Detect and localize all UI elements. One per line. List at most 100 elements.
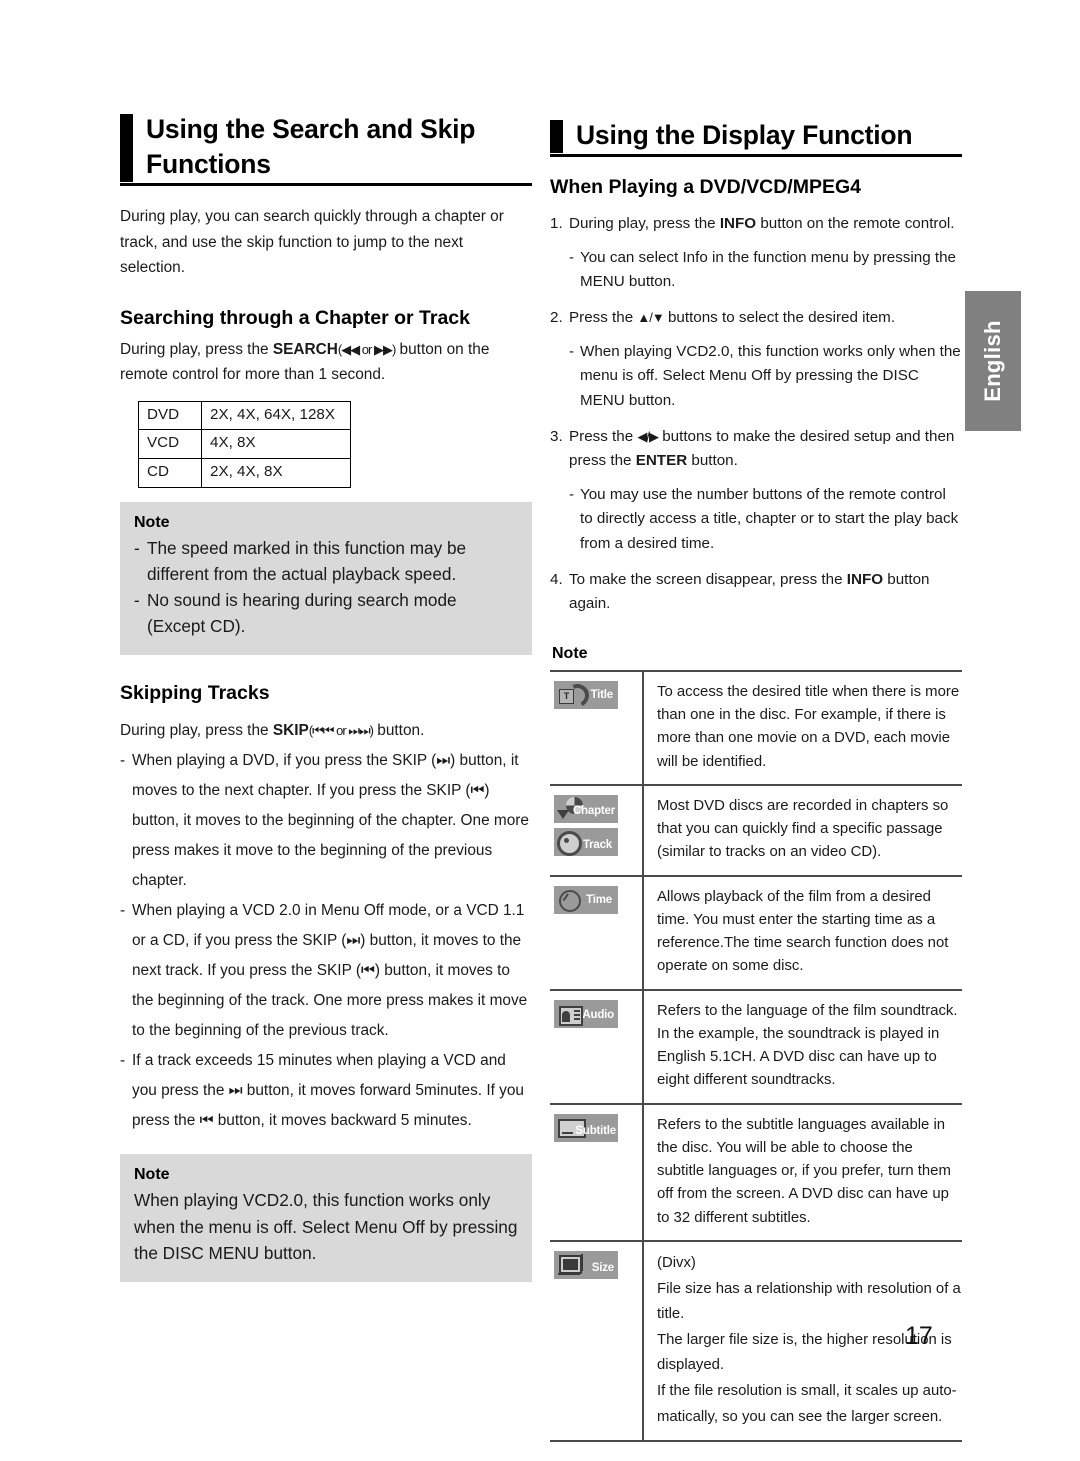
step-number: 2. [550, 309, 563, 327]
icon-description: Refers to the language of the film sound… [657, 1002, 958, 1089]
track-disc-icon [557, 830, 582, 856]
left-column: Using the Search and Skip Functions Duri… [120, 112, 532, 1282]
dash-marker: - [569, 248, 575, 266]
heading-accent-bar [120, 114, 133, 182]
left-section-heading: Using the Search and Skip Functions [120, 112, 532, 187]
step-text-after: button on the remote control. [756, 215, 955, 233]
info-button-label: INFO [846, 570, 884, 588]
title-letter-icon: T [559, 688, 574, 704]
note-title: Note [134, 1166, 170, 1184]
skipping-subheading: Skipping Tracks [120, 682, 270, 705]
icon-description-line: If the file resolution is small, it scal… [657, 1383, 957, 1425]
search-direction-icons: (◀◀ or ▶▶) [337, 341, 396, 357]
manual-page: Using the Search and Skip Functions Duri… [0, 0, 1080, 1461]
dash-marker: - [134, 537, 140, 558]
language-tab-label: English [980, 320, 1005, 402]
left-intro-paragraph: During play, you can search quickly thro… [120, 208, 504, 276]
speed-values-vcd: 4X, 8X [201, 429, 351, 459]
speed-format-vcd: VCD [138, 429, 202, 459]
table-row: Time Allows playback of the film from a … [550, 875, 962, 990]
step-text-before: Press the [569, 427, 638, 445]
info-button-label: INFO [719, 215, 757, 233]
icon-cell: T Title [550, 670, 644, 785]
search-button-label: SEARCH [272, 340, 338, 358]
dash-marker: - [120, 752, 126, 770]
icon-description: Most DVD discs are recorded in chapters … [657, 797, 949, 861]
skipping-lead-after: button. [373, 722, 425, 740]
badge-label: Chapter [572, 805, 615, 818]
step-text: Press the ▲/▼ buttons to select the desi… [569, 306, 962, 331]
dash-marker: - [569, 342, 575, 360]
icon-cell: Time [550, 875, 644, 990]
note-item: - No sound is hearing during search mode… [134, 587, 518, 639]
audio-person-icon [559, 1005, 583, 1026]
heading-underline [550, 154, 962, 158]
step-item: 4. To make the screen disappear, press t… [550, 568, 962, 617]
enter-button-label: ENTER [635, 452, 688, 470]
dash-marker: - [569, 485, 575, 503]
table-row: Audio Refers to the language of the film… [550, 989, 962, 1104]
badge-label: Title [590, 689, 614, 702]
note-text: When playing VCD2.0, this function works… [134, 1190, 518, 1263]
note-box-skip: Note When playing VCD2.0, this function … [120, 1154, 532, 1282]
step-item: 2. Press the ▲/▼ buttons to select the d… [550, 306, 962, 331]
badge-label: Track [582, 839, 612, 852]
icon-cell: Audio [550, 989, 644, 1104]
track-badge: Track [554, 827, 618, 856]
note-item-text: No sound is hearing during search mode (… [147, 589, 457, 636]
left-right-arrow-icons: ◀/▶ [637, 428, 659, 444]
icon-cell: Chapter Track [550, 784, 644, 876]
size-badge: Size [554, 1250, 618, 1279]
icon-description: Refers to the subtitle languages availab… [657, 1116, 951, 1226]
skipping-item: - If a track exceeds 15 minutes when pla… [120, 1046, 532, 1136]
step-subitem: - You may use the number buttons of the … [569, 483, 962, 557]
note-item: - The speed marked in this function may … [134, 535, 518, 587]
speed-format-dvd: DVD [138, 400, 202, 431]
time-badge: Time [554, 885, 618, 914]
display-icon-table: T Title To access the desired title when… [550, 670, 962, 1442]
icon-description: To access the desired title when there i… [657, 683, 960, 770]
chapter-badge: Chapter [554, 794, 618, 823]
icon-cell: Size [550, 1240, 644, 1442]
dash-marker: - [120, 1052, 126, 1070]
step-text-before: Press the [569, 309, 638, 327]
subtitle-badge: Subtitle [554, 1113, 618, 1142]
skipping-item: - When playing a VCD 2.0 in Menu Off mod… [120, 896, 532, 1046]
left-heading-text: Using the Search and Skip Functions [146, 114, 476, 180]
speed-values-dvd: 2X, 4X, 64X, 128X [201, 400, 351, 431]
table-row: CD 2X, 4X, 8X [138, 458, 351, 488]
step-number: 1. [550, 215, 563, 233]
steps-list: 1. During play, press the INFO button on… [550, 212, 962, 617]
step-subitem-text: You may use the number buttons of the re… [580, 485, 959, 553]
step-text: To make the screen disappear, press the … [569, 568, 962, 617]
clock-icon [559, 889, 581, 912]
step-item: 1. During play, press the INFO button on… [550, 212, 962, 237]
step-subitem-text: When playing VCD2.0, this function works… [580, 342, 961, 409]
skipping-item-text: When playing a DVD, if you press the SKI… [132, 752, 529, 890]
chapter-triangle-icon [557, 809, 569, 819]
table-row: VCD 4X, 8X [138, 429, 351, 459]
display-subheading: When Playing a DVD/VCD/MPEG4 [550, 176, 861, 199]
step-text-after: buttons to select the desired item. [663, 309, 896, 327]
title-badge: T Title [554, 680, 618, 711]
skipping-item-text: If a track exceeds 15 minutes when playi… [132, 1052, 524, 1130]
heading-accent-bar [550, 120, 563, 153]
audio-badge: Audio [554, 999, 618, 1028]
searching-body: During play, press the SEARCH(◀◀ or ▶▶) … [120, 337, 532, 387]
right-heading-text: Using the Display Function [576, 120, 913, 150]
skipping-lead: During play, press the SKIP(⏮⏮ or ⏭⏭) bu… [120, 716, 532, 746]
skip-direction-icons: (⏮⏮ or ⏭⏭) [308, 723, 374, 739]
step-subitem-text: You can select Info in the function menu… [580, 248, 956, 291]
right-column: Using the Display Function When Playing … [550, 118, 962, 1442]
page-number: 17 [905, 1322, 933, 1350]
skipping-item-text: When playing a VCD 2.0 in Menu Off mode,… [132, 902, 528, 1040]
table-row: Size (Divx) File size has a relationship… [550, 1240, 962, 1442]
table-row: Chapter Track Most DVD discs are recorde… [550, 784, 962, 876]
skipping-lead-before: During play, press the [120, 722, 273, 740]
step-text: Press the ◀/▶ buttons to make the desire… [569, 425, 962, 474]
step-text-before: To make the screen disappear, press the [569, 570, 847, 588]
right-section-heading-wrap: Using the Display Function [550, 118, 962, 158]
speed-values-cd: 2X, 4X, 8X [201, 458, 351, 488]
size-square-icon [559, 1254, 582, 1274]
skipping-item: - When playing a DVD, if you press the S… [120, 746, 532, 896]
